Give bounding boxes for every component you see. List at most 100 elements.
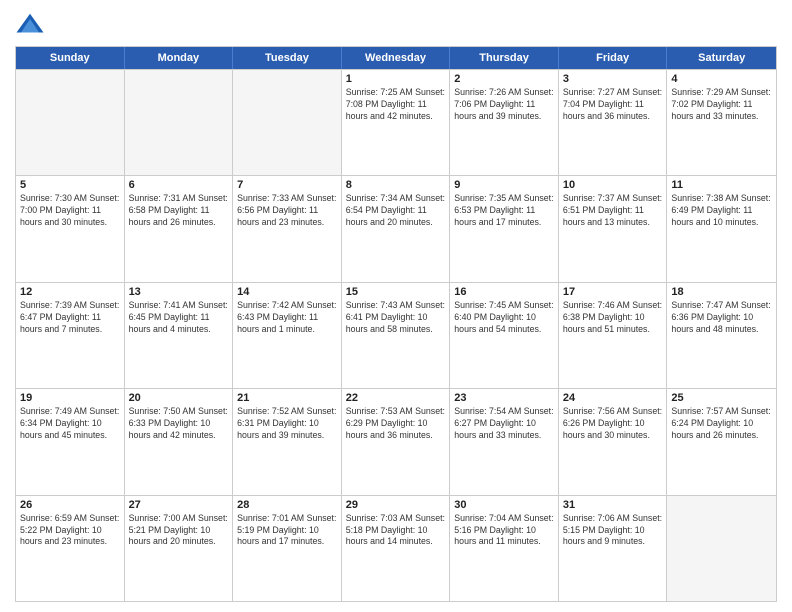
calendar-cell: 15 Sunrise: 7:43 AM Sunset: 6:41 PM Dayli… xyxy=(342,283,451,388)
header xyxy=(15,10,777,40)
cell-content: Sunrise: 7:49 AM Sunset: 6:34 PM Dayligh… xyxy=(20,406,120,442)
calendar-cell: 18Sunrise: 7:47 AM Sunset: 6:36 PM Dayli… xyxy=(667,283,776,388)
calendar-header: SundayMondayTuesdayWednesdayThursdayFrid… xyxy=(16,47,776,69)
cell-content: Sunrise: 7:38 AM Sunset: 6:49 PM Dayligh… xyxy=(671,193,772,229)
calendar-row: 26 Sunrise: 6:59 AM Sunset: 5:22 PM Dayli… xyxy=(16,495,776,601)
cell-content: Sunrise: 7:56 AM Sunset: 6:26 PM Dayligh… xyxy=(563,406,663,442)
calendar-cell: 25 Sunrise: 7:57 AM Sunset: 6:24 PM Dayli… xyxy=(667,389,776,494)
day-number: 31 xyxy=(563,499,663,511)
calendar-cell: 3 Sunrise: 7:27 AM Sunset: 7:04 PM Daylig… xyxy=(559,70,668,175)
cell-content: Sunrise: 7:43 AM Sunset: 6:41 PM Dayligh… xyxy=(346,300,446,336)
day-number: 16 xyxy=(454,286,554,298)
cell-content: Sunrise: 7:29 AM Sunset: 7:02 PM Dayligh… xyxy=(671,87,772,123)
calendar-row: 12 Sunrise: 7:39 AM Sunset: 6:47 PM Dayli… xyxy=(16,282,776,388)
day-number: 23 xyxy=(454,392,554,404)
day-number: 7 xyxy=(237,179,337,191)
calendar-cell: 30Sunrise: 7:04 AM Sunset: 5:16 PM Dayli… xyxy=(450,496,559,601)
cell-content: Sunrise: 7:03 AM Sunset: 5:18 PM Dayligh… xyxy=(346,513,446,549)
cell-content: Sunrise: 7:46 AM Sunset: 6:38 PM Dayligh… xyxy=(563,300,663,336)
cell-content: Sunrise: 7:34 AM Sunset: 6:54 PM Dayligh… xyxy=(346,193,446,229)
calendar-cell: 21 Sunrise: 7:52 AM Sunset: 6:31 PM Dayli… xyxy=(233,389,342,494)
day-number: 10 xyxy=(563,179,663,191)
day-number: 26 xyxy=(20,499,120,511)
day-number: 1 xyxy=(346,73,446,85)
day-number: 29 xyxy=(346,499,446,511)
cell-content: Sunrise: 7:45 AM Sunset: 6:40 PM Dayligh… xyxy=(454,300,554,336)
cell-content: Sunrise: 7:54 AM Sunset: 6:27 PM Dayligh… xyxy=(454,406,554,442)
day-number: 9 xyxy=(454,179,554,191)
calendar-cell: 7 Sunrise: 7:33 AM Sunset: 6:56 PM Daylig… xyxy=(233,176,342,281)
day-number: 3 xyxy=(563,73,663,85)
calendar-cell: 4Sunrise: 7:29 AM Sunset: 7:02 PM Daylig… xyxy=(667,70,776,175)
cell-content: Sunrise: 7:33 AM Sunset: 6:56 PM Dayligh… xyxy=(237,193,337,229)
day-number: 5 xyxy=(20,179,120,191)
day-number: 19 xyxy=(20,392,120,404)
calendar-cell: 2 Sunrise: 7:26 AM Sunset: 7:06 PM Daylig… xyxy=(450,70,559,175)
day-number: 21 xyxy=(237,392,337,404)
calendar-cell: 23 Sunrise: 7:54 AM Sunset: 6:27 PM Dayli… xyxy=(450,389,559,494)
cell-content: Sunrise: 7:35 AM Sunset: 6:53 PM Dayligh… xyxy=(454,193,554,229)
cell-content: Sunrise: 7:42 AM Sunset: 6:43 PM Dayligh… xyxy=(237,300,337,336)
calendar-cell: 27Sunrise: 7:00 AM Sunset: 5:21 PM Dayli… xyxy=(125,496,234,601)
header-day: Tuesday xyxy=(233,47,342,69)
calendar-cell: 6Sunrise: 7:31 AM Sunset: 6:58 PM Daylig… xyxy=(125,176,234,281)
page: SundayMondayTuesdayWednesdayThursdayFrid… xyxy=(0,0,792,612)
header-day: Wednesday xyxy=(342,47,451,69)
day-number: 14 xyxy=(237,286,337,298)
calendar-cell: 1Sunrise: 7:25 AM Sunset: 7:08 PM Daylig… xyxy=(342,70,451,175)
day-number: 13 xyxy=(129,286,229,298)
cell-content: Sunrise: 7:52 AM Sunset: 6:31 PM Dayligh… xyxy=(237,406,337,442)
day-number: 20 xyxy=(129,392,229,404)
day-number: 24 xyxy=(563,392,663,404)
day-number: 2 xyxy=(454,73,554,85)
day-number: 8 xyxy=(346,179,446,191)
calendar-cell: 29 Sunrise: 7:03 AM Sunset: 5:18 PM Dayli… xyxy=(342,496,451,601)
header-day: Monday xyxy=(125,47,234,69)
header-day: Saturday xyxy=(667,47,776,69)
cell-content: Sunrise: 7:53 AM Sunset: 6:29 PM Dayligh… xyxy=(346,406,446,442)
calendar-row: 1Sunrise: 7:25 AM Sunset: 7:08 PM Daylig… xyxy=(16,69,776,175)
day-number: 18 xyxy=(671,286,772,298)
calendar-cell: 10 Sunrise: 7:37 AM Sunset: 6:51 PM Dayli… xyxy=(559,176,668,281)
calendar-cell xyxy=(16,70,125,175)
cell-content: Sunrise: 6:59 AM Sunset: 5:22 PM Dayligh… xyxy=(20,513,120,549)
cell-content: Sunrise: 7:39 AM Sunset: 6:47 PM Dayligh… xyxy=(20,300,120,336)
calendar-cell: 22Sunrise: 7:53 AM Sunset: 6:29 PM Dayli… xyxy=(342,389,451,494)
calendar-cell: 14 Sunrise: 7:42 AM Sunset: 6:43 PM Dayli… xyxy=(233,283,342,388)
calendar-row: 19 Sunrise: 7:49 AM Sunset: 6:34 PM Dayli… xyxy=(16,388,776,494)
calendar-cell: 28 Sunrise: 7:01 AM Sunset: 5:19 PM Dayli… xyxy=(233,496,342,601)
cell-content: Sunrise: 7:37 AM Sunset: 6:51 PM Dayligh… xyxy=(563,193,663,229)
day-number: 6 xyxy=(129,179,229,191)
cell-content: Sunrise: 7:27 AM Sunset: 7:04 PM Dayligh… xyxy=(563,87,663,123)
day-number: 11 xyxy=(671,179,772,191)
calendar-cell xyxy=(667,496,776,601)
calendar: SundayMondayTuesdayWednesdayThursdayFrid… xyxy=(15,46,777,602)
day-number: 17 xyxy=(563,286,663,298)
cell-content: Sunrise: 7:01 AM Sunset: 5:19 PM Dayligh… xyxy=(237,513,337,549)
day-number: 25 xyxy=(671,392,772,404)
day-number: 12 xyxy=(20,286,120,298)
header-day: Thursday xyxy=(450,47,559,69)
calendar-body: 1Sunrise: 7:25 AM Sunset: 7:08 PM Daylig… xyxy=(16,69,776,601)
calendar-cell: 16 Sunrise: 7:45 AM Sunset: 6:40 PM Dayli… xyxy=(450,283,559,388)
calendar-cell: 8 Sunrise: 7:34 AM Sunset: 6:54 PM Daylig… xyxy=(342,176,451,281)
cell-content: Sunrise: 7:04 AM Sunset: 5:16 PM Dayligh… xyxy=(454,513,554,549)
cell-content: Sunrise: 7:41 AM Sunset: 6:45 PM Dayligh… xyxy=(129,300,229,336)
header-day: Friday xyxy=(559,47,668,69)
calendar-row: 5Sunrise: 7:30 AM Sunset: 7:00 PM Daylig… xyxy=(16,175,776,281)
cell-content: Sunrise: 7:00 AM Sunset: 5:21 PM Dayligh… xyxy=(129,513,229,549)
calendar-cell: 19 Sunrise: 7:49 AM Sunset: 6:34 PM Dayli… xyxy=(16,389,125,494)
calendar-cell: 24 Sunrise: 7:56 AM Sunset: 6:26 PM Dayli… xyxy=(559,389,668,494)
cell-content: Sunrise: 7:26 AM Sunset: 7:06 PM Dayligh… xyxy=(454,87,554,123)
calendar-cell: 13 Sunrise: 7:41 AM Sunset: 6:45 PM Dayli… xyxy=(125,283,234,388)
calendar-cell: 20Sunrise: 7:50 AM Sunset: 6:33 PM Dayli… xyxy=(125,389,234,494)
logo xyxy=(15,10,49,40)
calendar-cell xyxy=(125,70,234,175)
calendar-cell xyxy=(233,70,342,175)
day-number: 15 xyxy=(346,286,446,298)
day-number: 28 xyxy=(237,499,337,511)
calendar-cell: 12 Sunrise: 7:39 AM Sunset: 6:47 PM Dayli… xyxy=(16,283,125,388)
cell-content: Sunrise: 7:06 AM Sunset: 5:15 PM Dayligh… xyxy=(563,513,663,549)
cell-content: Sunrise: 7:57 AM Sunset: 6:24 PM Dayligh… xyxy=(671,406,772,442)
calendar-cell: 11 Sunrise: 7:38 AM Sunset: 6:49 PM Dayli… xyxy=(667,176,776,281)
